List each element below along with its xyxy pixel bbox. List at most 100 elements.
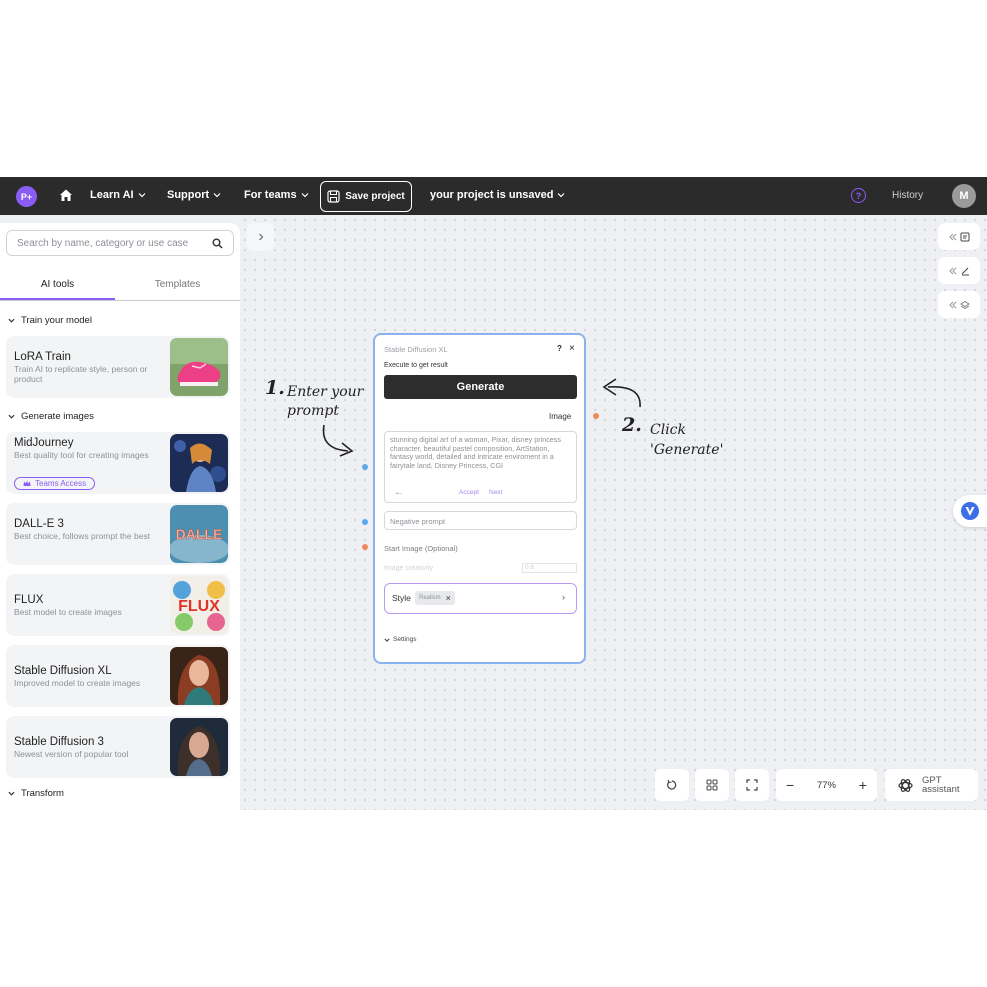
layers-icon bbox=[960, 300, 970, 309]
image-creativity-label: Image creativity bbox=[384, 565, 434, 572]
card-thumbnail bbox=[170, 647, 228, 705]
back-arrow-icon[interactable]: ← bbox=[394, 487, 404, 498]
card-desc: Best model to create images bbox=[14, 607, 122, 617]
arrange-button[interactable] bbox=[695, 769, 729, 801]
chip-remove-icon[interactable]: × bbox=[446, 593, 451, 603]
chevron-right-icon[interactable]: › bbox=[562, 592, 565, 602]
help-icon[interactable]: ? bbox=[851, 188, 866, 203]
card-desc: Best quality tool for creating images bbox=[14, 450, 149, 460]
undo-button[interactable] bbox=[655, 769, 689, 801]
gpt-assistant-button[interactable]: GPT assistant bbox=[885, 769, 978, 801]
step1-text-line1: Enter your bbox=[287, 384, 364, 400]
card-desc: Improved model to create images bbox=[14, 678, 141, 688]
nav-label: Learn AI bbox=[90, 189, 134, 201]
history-link[interactable]: History bbox=[892, 190, 923, 201]
card-thumbnail bbox=[170, 434, 228, 492]
settings-label: Settings bbox=[393, 636, 417, 643]
gpt-assistant-label: GPT assistant bbox=[922, 774, 960, 795]
nav-label: For teams bbox=[244, 189, 297, 201]
chevron-down-icon bbox=[138, 193, 146, 198]
execute-hint: Execute to get result bbox=[384, 362, 448, 369]
project-status-dropdown[interactable]: your project is unsaved bbox=[430, 189, 565, 201]
prompt-input-port[interactable] bbox=[362, 464, 368, 470]
image-creativity-input[interactable]: 0.6 bbox=[522, 563, 577, 573]
double-chevron-left-icon bbox=[949, 301, 957, 308]
zoom-in-button[interactable]: + bbox=[859, 777, 867, 793]
tool-card-stable-diffusion-xl[interactable]: Stable Diffusion XL Improved model to cr… bbox=[6, 645, 230, 707]
zoom-out-button[interactable]: − bbox=[786, 777, 794, 793]
save-label: Save project bbox=[345, 191, 405, 202]
negative-prompt-input-port[interactable] bbox=[362, 519, 368, 525]
nav-label: Support bbox=[167, 189, 210, 201]
canvas[interactable] bbox=[240, 215, 987, 810]
stable-diffusion-xl-node[interactable]: Stable Diffusion XL ? × Execute to get r… bbox=[373, 333, 586, 664]
tool-card-midjourney[interactable]: MidJourney Best quality tool for creatin… bbox=[6, 432, 230, 494]
logo[interactable]: P+ bbox=[16, 186, 37, 207]
search-placeholder: Search by name, category or use case bbox=[17, 237, 189, 249]
right-panel-draw-button[interactable] bbox=[938, 257, 980, 284]
double-chevron-left-icon bbox=[949, 267, 957, 274]
curved-arrow-down-icon bbox=[322, 424, 354, 457]
shield-logo-icon bbox=[961, 502, 979, 520]
home-icon[interactable] bbox=[58, 187, 74, 203]
chevron-down-icon bbox=[301, 193, 309, 198]
avatar[interactable]: M bbox=[952, 184, 976, 208]
image-output-port[interactable] bbox=[593, 413, 599, 419]
assistant-floating-button[interactable] bbox=[953, 495, 987, 527]
openai-icon bbox=[898, 778, 913, 792]
accept-button[interactable]: Accept bbox=[459, 489, 479, 496]
section-transform[interactable]: Transform bbox=[8, 788, 64, 799]
step2-text-line1: Click bbox=[650, 422, 686, 438]
card-title: FLUX bbox=[14, 594, 44, 606]
card-title: MidJourney bbox=[14, 437, 74, 449]
card-title: Stable Diffusion XL bbox=[14, 665, 112, 677]
generate-button[interactable]: Generate bbox=[384, 375, 577, 399]
next-button[interactable]: Next bbox=[489, 489, 502, 496]
tool-card-stable-diffusion-3[interactable]: Stable Diffusion 3 Newest version of pop… bbox=[6, 716, 230, 778]
right-panel-layers-button[interactable] bbox=[938, 291, 980, 318]
card-thumbnail bbox=[170, 718, 228, 776]
section-label: Generate images bbox=[21, 411, 94, 422]
chevron-down-icon bbox=[8, 414, 15, 419]
card-thumbnail: DALLE bbox=[170, 505, 228, 563]
node-help-icon[interactable]: ? bbox=[557, 344, 562, 353]
card-title: DALL-E 3 bbox=[14, 518, 64, 530]
chevron-down-icon bbox=[8, 318, 15, 323]
step2-number: 2. bbox=[622, 414, 642, 436]
tab-templates[interactable]: Templates bbox=[115, 269, 240, 300]
start-image-input-port[interactable] bbox=[362, 544, 368, 550]
pen-icon bbox=[961, 267, 969, 275]
step1-number: 1. bbox=[265, 377, 285, 399]
tool-card-dalle-3[interactable]: DALL-E 3 Best choice, follows prompt the… bbox=[6, 503, 230, 565]
chevron-down-icon bbox=[558, 193, 565, 198]
card-desc: Best choice, follows prompt the best bbox=[14, 531, 151, 541]
tab-ai-tools[interactable]: AI tools bbox=[0, 269, 115, 300]
section-label: Transform bbox=[21, 788, 64, 799]
grid-icon bbox=[706, 779, 718, 791]
thumb-text: FLUX bbox=[178, 598, 220, 615]
left-panel: Search by name, category or use case AI … bbox=[0, 223, 240, 810]
save-project-button[interactable]: Save project bbox=[320, 181, 412, 212]
expand-panel-button[interactable] bbox=[247, 223, 274, 251]
nav-for-teams[interactable]: For teams bbox=[244, 189, 309, 201]
style-selector[interactable]: Style Realism × › bbox=[384, 583, 577, 614]
close-icon[interactable]: × bbox=[569, 343, 575, 354]
search-input[interactable]: Search by name, category or use case bbox=[6, 230, 234, 256]
section-generate-images[interactable]: Generate images bbox=[8, 411, 94, 422]
negative-prompt-input[interactable]: Negative prompt bbox=[384, 511, 577, 530]
nav-learn-ai[interactable]: Learn AI bbox=[90, 189, 146, 201]
card-desc: Train AI to replicate style, person or p… bbox=[14, 364, 148, 384]
chevron-down-icon bbox=[213, 193, 221, 198]
top-bar: P+ Learn AI Support For teams Save proje… bbox=[0, 177, 987, 215]
tool-card-lora-train[interactable]: LoRA Train Train AI to replicate style, … bbox=[6, 336, 230, 398]
tool-card-flux[interactable]: FLUX Best model to create images FLUX bbox=[6, 574, 230, 636]
card-thumbnail bbox=[170, 338, 228, 396]
card-title: LoRA Train bbox=[14, 351, 71, 363]
settings-toggle[interactable]: Settings bbox=[384, 636, 417, 643]
nav-support[interactable]: Support bbox=[167, 189, 221, 201]
chevron-down-icon bbox=[8, 791, 15, 796]
prompt-input[interactable]: stunning digital art of a woman, Pixar, … bbox=[384, 431, 577, 503]
fit-screen-button[interactable] bbox=[735, 769, 769, 801]
right-panel-notes-button[interactable] bbox=[938, 223, 980, 250]
section-train-your-model[interactable]: Train your model bbox=[8, 315, 92, 326]
